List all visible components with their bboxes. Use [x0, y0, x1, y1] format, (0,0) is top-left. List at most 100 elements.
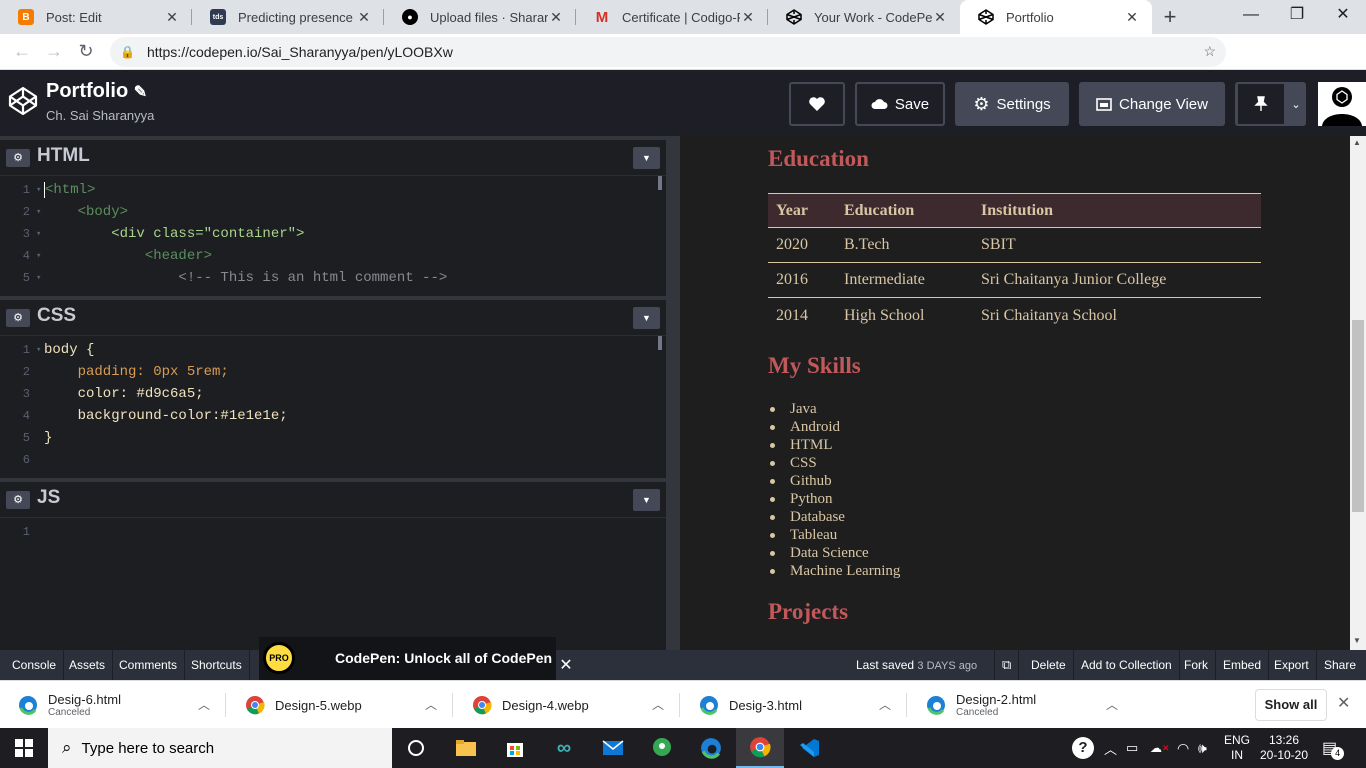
table-cell: SBIT: [981, 236, 1016, 253]
browser-tab-active[interactable]: Portfolio ✕: [960, 0, 1152, 34]
user-avatar[interactable]: [1318, 82, 1366, 126]
open-external-icon[interactable]: ⧉: [994, 650, 1020, 680]
shortcuts-button[interactable]: Shortcuts: [184, 650, 250, 680]
chevron-up-icon[interactable]: ︿: [1106, 696, 1118, 713]
pro-promo-banner[interactable]: PRO CodePen: Unlock all of CodePen: [259, 637, 556, 680]
notification-icon[interactable]: ▤ 4: [1322, 728, 1345, 768]
codepen-logo-icon[interactable]: [8, 86, 38, 116]
download-item[interactable]: Design-2.html Canceled ︿: [908, 681, 1134, 729]
cortana-icon[interactable]: [392, 728, 440, 768]
save-button[interactable]: Save: [855, 82, 945, 126]
taskbar-search[interactable]: ⌕ Type here to search: [48, 728, 392, 768]
assets-button[interactable]: Assets: [62, 650, 114, 680]
close-tab-icon[interactable]: ✕: [740, 9, 756, 26]
close-tab-icon[interactable]: ✕: [164, 9, 180, 26]
share-button[interactable]: Share: [1317, 650, 1363, 680]
export-button[interactable]: Export: [1267, 650, 1317, 680]
github-icon: ●: [402, 9, 418, 25]
close-tab-icon[interactable]: ✕: [1124, 9, 1140, 26]
download-filename: Desig-3.html: [729, 697, 802, 713]
chevron-up-icon[interactable]: ︿: [198, 696, 210, 713]
tray-chevron-icon[interactable]: ︿: [1104, 728, 1117, 768]
url-field[interactable]: 🔒 https://codepen.io/Sai_Sharanyya/pen/y…: [110, 37, 1226, 67]
back-icon[interactable]: ←: [6, 41, 38, 62]
edit-pencil-icon[interactable]: ✎: [134, 84, 147, 101]
browser-tab[interactable]: M Certificate | Codigo-Fie ✕: [576, 0, 768, 34]
maps-icon[interactable]: [638, 728, 686, 768]
browser-tab[interactable]: B Post: Edit ✕: [0, 0, 192, 34]
browser-tab[interactable]: tds Predicting presence of ✕: [192, 0, 384, 34]
close-tab-icon[interactable]: ✕: [932, 9, 948, 26]
show-all-button[interactable]: Show all: [1255, 689, 1327, 721]
bookmark-star-icon[interactable]: ☆: [1203, 43, 1216, 60]
close-tab-icon[interactable]: ✕: [548, 9, 564, 26]
file-explorer-icon[interactable]: [442, 728, 490, 768]
browser-tab[interactable]: ● Upload files · Sharanyya ✕: [384, 0, 576, 34]
download-item[interactable]: Design-4.webp ︿: [454, 681, 680, 729]
code-line: body {: [44, 342, 95, 358]
download-item[interactable]: Desig-3.html ︿: [681, 681, 907, 729]
fork-button[interactable]: Fork: [1177, 650, 1216, 680]
pen-author[interactable]: Ch. Sai Sharanyya: [46, 108, 154, 123]
settings-button[interactable]: ⚙ Settings: [955, 82, 1069, 126]
mail-icon[interactable]: [589, 728, 637, 768]
windows-start-icon[interactable]: [0, 728, 48, 768]
js-code[interactable]: 1: [0, 521, 666, 543]
close-downloads-icon[interactable]: ✕: [1337, 693, 1350, 713]
embed-button[interactable]: Embed: [1216, 650, 1270, 680]
browser-tab[interactable]: Your Work - CodePen ✕: [768, 0, 960, 34]
css-settings-gear-icon[interactable]: ⚙: [6, 309, 30, 327]
volume-icon[interactable]: 🕪: [1198, 728, 1207, 768]
pin-button[interactable]: ⌄: [1235, 82, 1306, 126]
chevron-down-icon[interactable]: ⌄: [1291, 98, 1300, 111]
close-window-icon[interactable]: ✕: [1320, 0, 1366, 30]
promo-text: CodePen: Unlock all of CodePen: [335, 650, 553, 666]
browser-tab-strip: B Post: Edit ✕ tds Predicting presence o…: [0, 0, 1366, 34]
arduino-icon[interactable]: ∞: [540, 728, 588, 768]
maximize-icon[interactable]: ❐: [1274, 0, 1320, 30]
reload-icon[interactable]: ↻: [70, 41, 102, 62]
chrome-taskbar-icon[interactable]: [736, 728, 784, 768]
vscode-icon[interactable]: [785, 728, 833, 768]
help-icon[interactable]: ?: [1072, 728, 1094, 768]
css-collapse-chevron-icon[interactable]: ▼: [633, 307, 660, 329]
change-view-button[interactable]: Change View: [1079, 82, 1225, 126]
css-code[interactable]: 1 ▾ body { 2 padding: 0px 5rem; 3 color: #…: [0, 339, 666, 471]
forward-icon[interactable]: →: [38, 41, 70, 62]
html-code[interactable]: 1 ▾ <html> 2 ▾ <body> 3 ▾ <div class="contai…: [0, 179, 666, 289]
console-button[interactable]: Console: [5, 650, 65, 680]
css-scrollbar[interactable]: [658, 336, 662, 350]
scroll-up-icon[interactable]: ▲: [1353, 138, 1361, 147]
clock[interactable]: 13:26 20-10-20: [1258, 728, 1310, 768]
scroll-down-icon[interactable]: ▼: [1353, 636, 1361, 645]
chevron-up-icon[interactable]: ︿: [425, 696, 437, 713]
preview-scrollbar[interactable]: ▲ ▼: [1350, 136, 1366, 650]
comments-button[interactable]: Comments: [112, 650, 186, 680]
wifi-icon[interactable]: ◠: [1177, 728, 1189, 768]
store-icon[interactable]: [491, 728, 539, 768]
js-settings-gear-icon[interactable]: ⚙: [6, 491, 30, 509]
minimize-icon[interactable]: —: [1228, 0, 1274, 30]
clock-date: 20-10-20: [1259, 748, 1309, 762]
css-editor-header: ⚙ CSS ▼: [0, 300, 666, 336]
love-button[interactable]: [789, 82, 845, 126]
close-tab-icon[interactable]: ✕: [356, 9, 372, 26]
chevron-up-icon[interactable]: ︿: [879, 696, 891, 713]
html-settings-gear-icon[interactable]: ⚙: [6, 149, 30, 167]
html-collapse-chevron-icon[interactable]: ▼: [633, 147, 660, 169]
delete-button[interactable]: Delete: [1024, 650, 1074, 680]
new-tab-icon[interactable]: +: [1152, 0, 1188, 34]
scroll-thumb[interactable]: [1352, 320, 1364, 512]
edge-taskbar-icon[interactable]: [687, 728, 735, 768]
code-line: padding: 0px 5rem;: [44, 364, 229, 380]
js-collapse-chevron-icon[interactable]: ▼: [633, 489, 660, 511]
download-item[interactable]: Desig-6.html Canceled ︿: [0, 681, 226, 729]
add-to-collection-button[interactable]: Add to Collection: [1074, 650, 1180, 680]
network-off-icon[interactable]: ☁ ✕: [1150, 728, 1170, 768]
chevron-up-icon[interactable]: ︿: [652, 696, 664, 713]
language-indicator[interactable]: ENG IN: [1224, 728, 1250, 768]
editor-resize-handle[interactable]: [666, 136, 680, 650]
download-item[interactable]: Design-5.webp ︿: [227, 681, 453, 729]
html-scrollbar[interactable]: [658, 176, 662, 190]
close-promo-icon[interactable]: ✕: [556, 654, 576, 678]
